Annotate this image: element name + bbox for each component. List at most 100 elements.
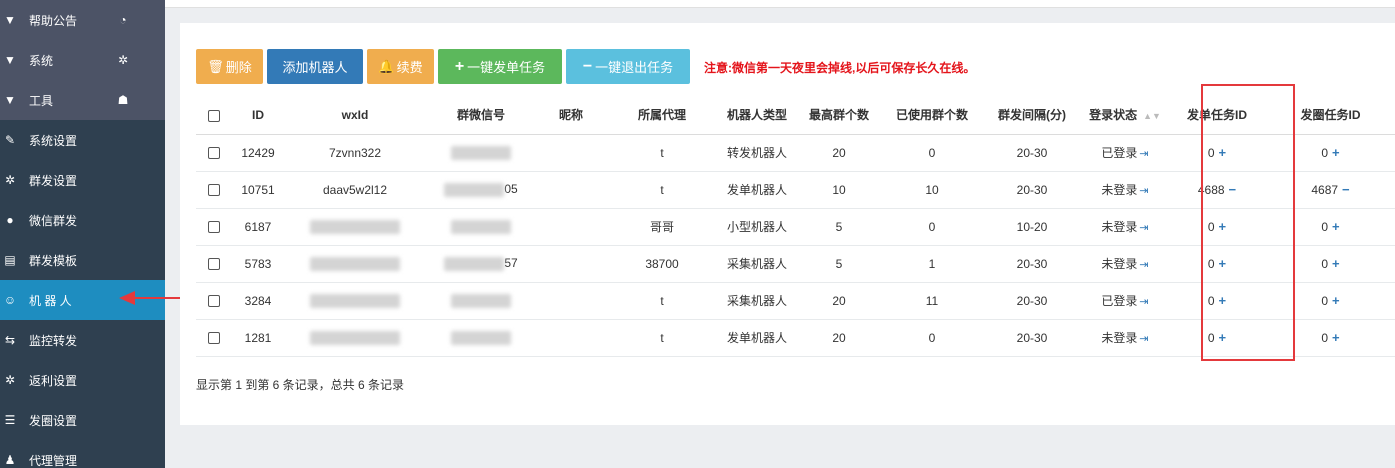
- sidebar-item-label: 机 器 人: [29, 293, 72, 308]
- cell-id: 10751: [232, 171, 284, 209]
- sidebar-item-label: 系统: [29, 53, 54, 68]
- cell-login-status[interactable]: 未登录 ⇥: [1082, 319, 1168, 357]
- cell-wxid: [284, 208, 426, 246]
- cell-id: 12429: [232, 134, 284, 172]
- delete-button[interactable]: 🗑 删除: [196, 49, 263, 84]
- column-header[interactable]: 机器人类型: [718, 96, 796, 135]
- sliders-icon: ☰: [4, 413, 16, 427]
- sidebar-item-label: 监控转发: [29, 333, 78, 348]
- cell-nickname: [536, 171, 606, 209]
- cell-login-status[interactable]: 未登录 ⇥: [1082, 171, 1168, 209]
- cell-interval: 20-30: [982, 245, 1082, 283]
- row-checkbox[interactable]: [208, 258, 220, 271]
- sign-in-icon[interactable]: ⇥: [1139, 333, 1148, 345]
- sidebar-item-tools[interactable]: ▼ 工具 ☗: [0, 80, 165, 120]
- renew-button[interactable]: 🔔 续费: [367, 49, 434, 84]
- cell-wxid: 7zvnn322: [284, 134, 426, 172]
- redacted-block: [310, 330, 400, 345]
- add-circle-task-icon[interactable]: +: [1332, 256, 1340, 271]
- sidebar-item-system[interactable]: ▼ 系统 ✲: [0, 40, 165, 80]
- cell-interval: 10-20: [982, 208, 1082, 246]
- row-checkbox[interactable]: [208, 147, 220, 160]
- sign-in-icon[interactable]: ⇥: [1139, 185, 1148, 197]
- row-select-cell: [196, 208, 232, 246]
- cell-interval: 20-30: [982, 134, 1082, 172]
- column-header[interactable]: 最高群个数: [796, 96, 882, 135]
- sidebar-item-label: 发圈设置: [29, 413, 78, 428]
- redacted-block: [310, 293, 400, 308]
- cell-nickname: [536, 134, 606, 172]
- cell-interval: 20-30: [982, 282, 1082, 320]
- one-click-task-button[interactable]: + 一键发单任务: [438, 49, 562, 84]
- sort-icon[interactable]: ▲▼: [1143, 111, 1161, 121]
- row-checkbox[interactable]: [208, 184, 220, 197]
- column-header[interactable]: 所属代理: [606, 96, 718, 135]
- row-checkbox[interactable]: [208, 221, 220, 234]
- sign-in-icon[interactable]: ⇥: [1139, 148, 1148, 160]
- pagination-info: 显示第 1 到第 6 条记录，总共 6 条记录: [196, 378, 405, 392]
- cell-id: 5783: [232, 245, 284, 283]
- row-checkbox[interactable]: [208, 332, 220, 345]
- sidebar-item-rebate-settings[interactable]: ✲ 返利设置: [0, 360, 165, 400]
- wechat-icon: ●: [6, 213, 14, 227]
- add-circle-task-icon[interactable]: +: [1332, 330, 1340, 345]
- cell-agent: t: [606, 171, 718, 209]
- add-circle-task-icon[interactable]: +: [1332, 219, 1340, 234]
- remove-circle-task-icon[interactable]: −: [1342, 182, 1350, 197]
- cell-login-status[interactable]: 未登录 ⇥: [1082, 245, 1168, 283]
- column-header[interactable]: 已使用群个数: [882, 96, 982, 135]
- cell-login-status[interactable]: 已登录 ⇥: [1082, 282, 1168, 320]
- retweet-icon: ⇆: [4, 333, 16, 347]
- cell-interval: 20-30: [982, 319, 1082, 357]
- sidebar-item-system-settings[interactable]: ✎ 系统设置: [0, 120, 165, 160]
- cell-wxid: [284, 245, 426, 283]
- cell-login-status[interactable]: 已登录 ⇥: [1082, 134, 1168, 172]
- cell-login-status[interactable]: 未登录 ⇥: [1082, 208, 1168, 246]
- sign-in-icon[interactable]: ⇥: [1139, 296, 1148, 308]
- cell-group-wx: [426, 282, 536, 320]
- sidebar-item-help[interactable]: ▼ 帮助公告 ◔: [0, 0, 165, 40]
- sidebar-item-agent-management[interactable]: ♟ 代理管理: [0, 440, 165, 468]
- row-select-cell: [196, 282, 232, 320]
- smile-icon: ☺: [3, 293, 17, 307]
- cell-type: 采集机器人: [718, 245, 796, 283]
- column-header[interactable]: 群发间隔(分): [982, 96, 1082, 135]
- sidebar-item-group-send-settings[interactable]: ✲ 群发设置: [0, 160, 165, 200]
- sidebar-item-label: 微信群发: [29, 213, 78, 228]
- sidebar-item-group-template[interactable]: ▤ 群发模板: [0, 240, 165, 280]
- sidebar-item-label: 工具: [29, 93, 54, 108]
- cell-agent: 哥哥: [606, 208, 718, 246]
- row-checkbox[interactable]: [208, 295, 220, 308]
- sidebar-item-wechat-group-send[interactable]: ● 微信群发: [0, 200, 165, 240]
- plus-icon: +: [454, 57, 465, 75]
- column-header[interactable]: 群微信号: [426, 96, 536, 135]
- column-header[interactable]: ID: [232, 96, 284, 135]
- cell-nickname: [536, 245, 606, 283]
- sidebar-item-moments-settings[interactable]: ☰ 发圈设置: [0, 400, 165, 440]
- sidebar-item-monitor-forward[interactable]: ⇆ 监控转发: [0, 320, 165, 360]
- cell-id: 3284: [232, 282, 284, 320]
- column-header[interactable]: 昵称: [536, 96, 606, 135]
- cell-type: 发单机器人: [718, 171, 796, 209]
- add-circle-task-icon[interactable]: +: [1332, 145, 1340, 160]
- cell-max-groups: 20: [796, 134, 882, 172]
- sign-in-icon[interactable]: ⇥: [1139, 222, 1148, 234]
- cell-type: 采集机器人: [718, 282, 796, 320]
- row-select-cell: [196, 171, 232, 209]
- select-all-checkbox[interactable]: [208, 109, 220, 122]
- user-icon: ♟: [4, 453, 16, 467]
- cell-type: 发单机器人: [718, 319, 796, 357]
- column-header-login-status[interactable]: 登录状态 ▲▼: [1082, 96, 1168, 135]
- cell-interval: 20-30: [982, 171, 1082, 209]
- add-robot-button[interactable]: 添加机器人: [267, 49, 363, 84]
- sidebar-item-label: 系统设置: [29, 133, 78, 148]
- sign-in-icon[interactable]: ⇥: [1139, 259, 1148, 271]
- redacted-block: [451, 219, 511, 234]
- gear-icon: ✲: [4, 373, 16, 387]
- cell-used-groups: 0: [882, 319, 982, 357]
- cell-group-wx: 05: [426, 171, 536, 209]
- one-click-exit-button[interactable]: − 一键退出任务: [566, 49, 690, 84]
- add-circle-task-icon[interactable]: +: [1332, 293, 1340, 308]
- wrench-icon: ✎: [4, 133, 16, 147]
- column-header[interactable]: wxId: [284, 96, 426, 135]
